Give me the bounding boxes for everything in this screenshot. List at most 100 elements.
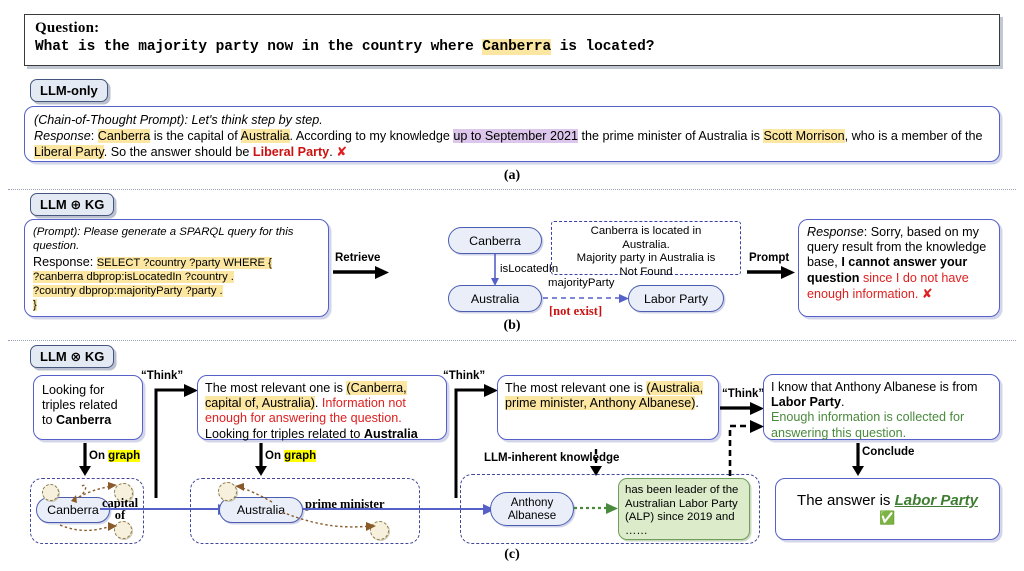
think-box-3: The most relevant one is (Australia, pri… bbox=[497, 375, 719, 440]
llm-knowledge-note: has been leader of the Australian Labor … bbox=[618, 478, 750, 540]
txt-a-6: the prime minister of Australia is bbox=[578, 129, 764, 144]
think-box-1: Looking for triples related to Canberra bbox=[33, 375, 143, 440]
sparql-line-2: ?canberra dbprop:isLocatedIn ?country . bbox=[33, 271, 234, 284]
badge-llm-plus-kg: LLM ⊕ KG bbox=[30, 193, 115, 216]
think-box-4-pre: I know that Anthony Albanese is from bbox=[771, 380, 978, 394]
retrieve-arrow-icon bbox=[333, 266, 389, 279]
think-box-1-line-3: to Canberra bbox=[42, 413, 134, 428]
llm-inherent-arrow-icon bbox=[590, 449, 602, 476]
question-text-before: What is the majority party now in the co… bbox=[35, 39, 483, 55]
llm-only-response-text: Response: Canberra is the capital of Aus… bbox=[34, 129, 983, 160]
cross-icon-a: ✘ bbox=[336, 144, 348, 160]
response-label-b: Response: bbox=[33, 255, 97, 270]
think-box-2-next-pre: Looking for triples related to bbox=[205, 426, 364, 441]
response-label-a: Response bbox=[34, 129, 91, 144]
think-box-4-green: Enough information is collected for answ… bbox=[771, 410, 965, 440]
think-arrow-1-icon bbox=[154, 384, 198, 498]
sparql-line-2-wrap: ?canberra dbprop:isLocatedIn ?country . bbox=[33, 270, 320, 284]
final-answer-box: The answer is Labor Party ✅ bbox=[775, 478, 1000, 540]
think-box-3-dot: . bbox=[695, 396, 699, 411]
label-on-graph-1-pre: On bbox=[89, 450, 109, 462]
think-arrow-3-icon bbox=[720, 402, 764, 415]
badge-llm-times-kg-label: LLM ⊗ KG bbox=[40, 348, 105, 364]
sparql-line-4-wrap: } bbox=[33, 298, 320, 312]
question-text-after: is located? bbox=[551, 39, 655, 55]
think-box-4: I know that Anthony Albanese is from Lab… bbox=[763, 374, 1000, 440]
kg-node-canberra-b: Canberra bbox=[448, 227, 542, 254]
think-box-3-hl-1: (Australia, bbox=[646, 381, 704, 395]
txt-a-4: . According to my knowledge bbox=[289, 129, 454, 144]
think-box-2-hl-1: (Canberra, bbox=[346, 381, 407, 395]
kg-response-box: Response: Sorry, based on my query resul… bbox=[798, 219, 1000, 317]
think-box-2-line-b: capital of, Australia). Information not … bbox=[205, 396, 439, 426]
label-think-3: “Think” bbox=[722, 388, 765, 400]
think-box-4-line-a: I know that Anthony Albanese is from Lab… bbox=[771, 380, 992, 410]
kg-node-labor-party-b: Labor Party bbox=[628, 285, 724, 312]
retrieval-result-line-3: Majority party in Australia is bbox=[576, 252, 716, 265]
retrieval-result-line-1: Canberra is located in bbox=[590, 225, 702, 237]
sparql-response-line: Response: SELECT ?country ?party WHERE { bbox=[33, 255, 320, 270]
kg-node-australia-b: Australia bbox=[448, 285, 542, 312]
think-box-3-pre: The most relevant one is bbox=[505, 381, 647, 395]
final-answer-pre: The answer is bbox=[797, 492, 895, 509]
divider-a-b bbox=[8, 189, 1016, 190]
sparql-line-1: SELECT ?country ?party WHERE { bbox=[96, 257, 272, 270]
label-on-graph-1: On graph bbox=[89, 450, 141, 462]
label-retrieve: Retrieve bbox=[335, 252, 381, 264]
answer-liberal-party: Liberal Party bbox=[252, 145, 330, 160]
think-box-2-line-d: Looking for triples related to Australia bbox=[205, 427, 439, 442]
think-box-2: The most relevant one is (Canberra, capi… bbox=[197, 375, 447, 442]
label-on-graph-1-hl: graph bbox=[108, 450, 141, 462]
hl-liberal-party: Liberal Party bbox=[34, 145, 104, 160]
label-not-exist: [not exist] bbox=[549, 304, 603, 318]
think-box-1-line-3-pre: to bbox=[42, 413, 57, 428]
think-box-3-hl-2: prime minister, Anthony Albanese) bbox=[505, 396, 696, 411]
hl-canberra-a: Canberra bbox=[97, 129, 151, 144]
think-box-1-line-1: Looking for bbox=[42, 383, 105, 397]
sparql-prompt-line: (Prompt): Please generate a SPARQL query… bbox=[33, 226, 294, 252]
section-caption-a: (a) bbox=[503, 168, 521, 183]
think-box-1-line-2: triples related bbox=[42, 398, 118, 413]
txt-a-2: is the capital of bbox=[150, 129, 241, 144]
think-box-3-line-b: prime minister, Anthony Albanese). bbox=[505, 396, 711, 411]
sparql-line-3: ?country dbprop:majorityParty ?party . bbox=[33, 285, 223, 298]
label-prompt: Prompt bbox=[749, 252, 790, 264]
badge-llm-plus-kg-label: LLM ⊕ KG bbox=[40, 196, 105, 212]
label-on-graph-2: On graph bbox=[265, 450, 317, 462]
retrieval-result-box: Canberra is located in Australia. Majori… bbox=[551, 221, 741, 278]
think-box-1-entity: Canberra bbox=[56, 413, 112, 428]
graph-node-anthony-line-2: Albanese bbox=[507, 509, 557, 522]
badge-llm-only: LLM-only bbox=[30, 79, 108, 102]
question-text: What is the majority party now in the co… bbox=[35, 37, 989, 57]
sparql-prompt-box: (Prompt): Please generate a SPARQL query… bbox=[24, 219, 329, 317]
graph-node-anthony-line-1: Anthony bbox=[510, 496, 554, 509]
final-answer-line: The answer is Labor Party bbox=[797, 492, 978, 509]
prompt-arrow-icon bbox=[747, 266, 795, 279]
check-icon: ✅ bbox=[879, 510, 896, 525]
label-on-graph-2-hl: graph bbox=[284, 450, 317, 462]
question-label: Question: bbox=[35, 20, 100, 36]
hl-scott-morrison: Scott Morrison bbox=[763, 129, 845, 144]
section-caption-b: (b) bbox=[503, 318, 521, 333]
divider-b-c bbox=[8, 340, 1016, 341]
hl-australia-a: Australia bbox=[240, 129, 290, 144]
inherent-to-think-arrow-icon bbox=[728, 420, 764, 476]
think-box-2-next-entity: Australia bbox=[363, 426, 418, 441]
think-box-2-line-a: The most relevant one is (Canberra, bbox=[205, 381, 439, 396]
response-label-b2: Response bbox=[807, 225, 864, 239]
label-on-graph-2-pre: On bbox=[265, 450, 285, 462]
question-box: Question: What is the majority party now… bbox=[24, 14, 1000, 66]
sparql-line-3-wrap: ?country dbprop:majorityParty ?party . bbox=[33, 284, 320, 298]
retrieval-result-line-2: Australia. bbox=[622, 238, 670, 251]
think-box-2-pre: The most relevant one is bbox=[205, 381, 347, 395]
edge-label-islocatedin: isLocatedIn bbox=[500, 263, 559, 275]
txt-a-12: . bbox=[329, 145, 333, 160]
think-box-2-hl-2: capital of, Australia) bbox=[205, 396, 315, 411]
label-think-2: “Think” bbox=[443, 370, 486, 382]
retrieval-result-line-4: Not Found bbox=[619, 265, 673, 278]
llm-only-response-box: (Chain-of-Thought Prompt): Let's think s… bbox=[24, 106, 1000, 162]
badge-llm-times-kg: LLM ⊗ KG bbox=[30, 345, 115, 368]
think-box-4-dot: . bbox=[841, 395, 845, 410]
graph-node-anthony-albanese: Anthony Albanese bbox=[490, 492, 574, 526]
label-conclude: Conclude bbox=[862, 446, 915, 458]
